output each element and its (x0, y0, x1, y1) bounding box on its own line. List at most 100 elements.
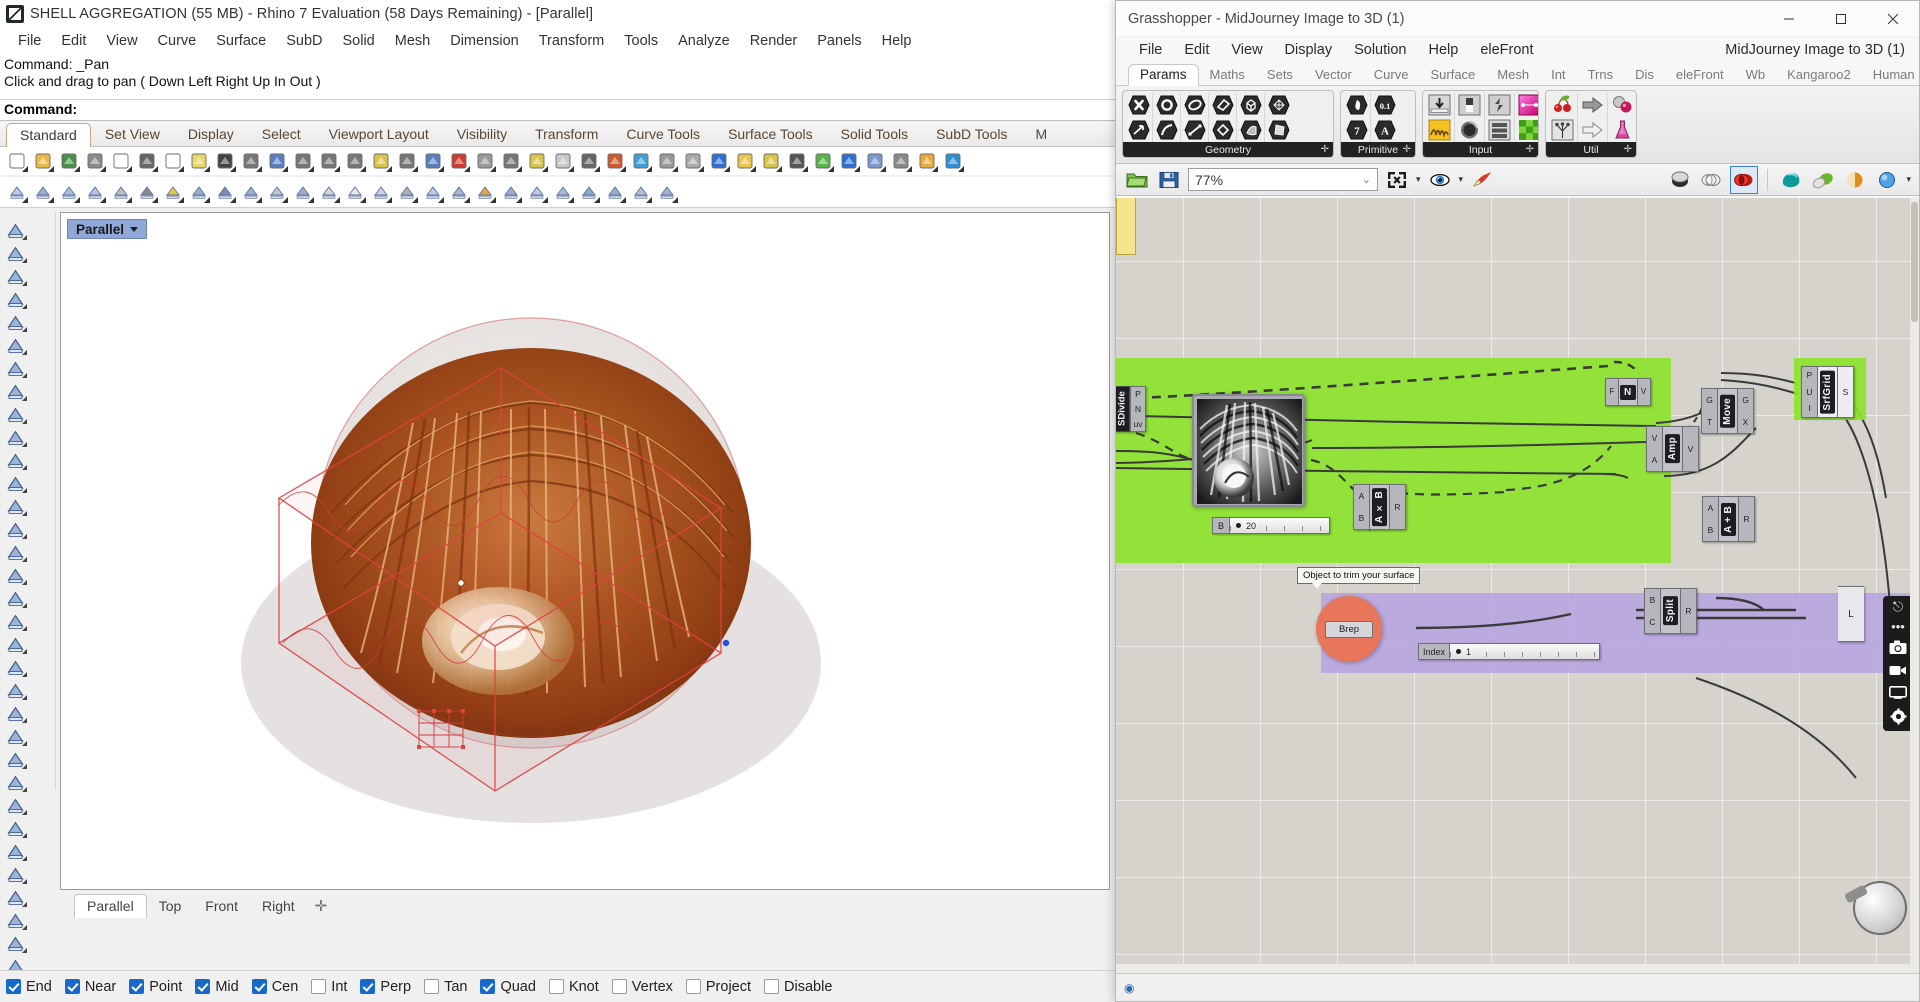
osnap-quad[interactable]: Quad (480, 979, 535, 995)
osnap-int[interactable]: Int (311, 979, 347, 995)
canvas-horizontal-scrollbar[interactable] (1116, 964, 1910, 973)
node-sdivide-ports[interactable]: P N uv (1130, 386, 1146, 432)
minimize-icon[interactable] (1763, 1, 1815, 37)
select-previous-icon[interactable] (240, 181, 262, 203)
close-icon[interactable] (1867, 1, 1919, 37)
plus-icon[interactable]: ✛ (307, 897, 336, 915)
rhino-toolbar-tab-viewport-layout[interactable]: Viewport Layout (315, 122, 443, 146)
rectangle-icon[interactable] (3, 379, 28, 402)
zoom-level-combobox[interactable]: 77% ⌄ (1188, 168, 1378, 191)
gh-tab-curve[interactable]: Curve (1363, 65, 1420, 85)
explode-icon[interactable] (3, 609, 28, 632)
node-addition-outputs[interactable]: R (1738, 496, 1755, 542)
ellipse-icon[interactable] (3, 333, 28, 356)
arc-icon[interactable] (3, 425, 28, 448)
options-gear-icon[interactable] (760, 150, 782, 172)
isolate-icon[interactable] (370, 181, 392, 203)
colour-swatch-icon[interactable] (1516, 118, 1539, 142)
solid-extrude-icon[interactable] (3, 862, 28, 885)
osnap-end[interactable]: End (6, 979, 52, 995)
arrow-right-light-icon[interactable] (1579, 118, 1606, 142)
rhino-viewport[interactable]: Parallel (60, 212, 1110, 890)
surface-grid-icon[interactable] (3, 563, 28, 586)
ungroup-icon[interactable] (448, 181, 470, 203)
viewport-layout-icon[interactable] (422, 150, 444, 172)
rhino-menu-surface[interactable]: Surface (206, 31, 276, 51)
osnap-tan[interactable]: Tan (424, 979, 467, 995)
shaded-dark-icon[interactable] (1667, 167, 1693, 193)
boolean-union-icon[interactable] (3, 586, 28, 609)
port-n[interactable]: N (1135, 404, 1141, 414)
render-preview-icon[interactable] (474, 150, 496, 172)
explode-icon[interactable] (474, 181, 496, 203)
rhino-toolbar-tab-set-view[interactable]: Set View (91, 122, 174, 146)
texture-icon[interactable] (864, 150, 886, 172)
chevron-down-icon[interactable] (130, 227, 138, 232)
osnap-checkbox-int[interactable] (311, 979, 326, 994)
gh-menu-file[interactable]: File (1128, 40, 1173, 60)
node-move-outputs[interactable]: G X (1737, 388, 1754, 434)
display-icon[interactable] (1889, 686, 1907, 701)
zoom-selected-icon[interactable] (344, 150, 366, 172)
port-u[interactable]: U (1806, 388, 1812, 397)
rhino-toolbar-tab-select[interactable]: Select (248, 122, 315, 146)
rhino-menu-transform[interactable]: Transform (529, 31, 615, 51)
param-box-icon[interactable] (1238, 93, 1263, 117)
osnap-checkbox-near[interactable] (65, 979, 80, 994)
port-c[interactable]: C (1649, 618, 1655, 627)
contour-icon[interactable] (3, 885, 28, 908)
link-icon[interactable]: ⎋ (1893, 600, 1903, 613)
loft-icon[interactable] (3, 471, 28, 494)
chevron-down-icon[interactable]: ⌄ (1362, 173, 1371, 186)
grid-icon[interactable] (890, 150, 912, 172)
new-file-icon[interactable] (6, 150, 28, 172)
offset-curve-icon[interactable] (3, 747, 28, 770)
gh-menu-solution[interactable]: Solution (1343, 40, 1417, 60)
rhino-menu-mesh[interactable]: Mesh (385, 31, 440, 51)
node-move-inputs[interactable]: G T (1701, 388, 1718, 434)
node-brep-param[interactable]: Brep (1316, 596, 1382, 662)
lock-objects-icon[interactable] (396, 181, 418, 203)
named-view-icon[interactable] (448, 150, 470, 172)
point-icon[interactable] (3, 241, 28, 264)
param-curve-icon[interactable] (1154, 118, 1179, 142)
lock-icon[interactable] (578, 150, 600, 172)
hide-icon[interactable] (318, 181, 340, 203)
copy-icon[interactable] (162, 150, 184, 172)
rhino-left-toolbar[interactable] (0, 212, 56, 790)
param-subd-icon[interactable] (1266, 118, 1291, 142)
select-block-icon[interactable] (188, 181, 210, 203)
number-slider-icon[interactable] (1426, 93, 1453, 117)
canvas-vertical-scrollbar[interactable] (1910, 198, 1919, 973)
layer-icon[interactable] (552, 150, 574, 172)
gh-tab-params[interactable]: Params (1128, 64, 1199, 86)
circle-icon[interactable] (3, 310, 28, 333)
node-image-sampler[interactable] (1192, 394, 1305, 507)
camera-icon[interactable] (1889, 640, 1907, 657)
osnap-checkbox-vertex[interactable] (612, 979, 627, 994)
node-vector-n[interactable]: F N V (1605, 378, 1651, 406)
mirror-icon[interactable] (656, 181, 678, 203)
plus-icon[interactable]: ✛ (1624, 144, 1632, 155)
teal-blob-icon[interactable] (1778, 167, 1804, 193)
osnap-checkbox-tan[interactable] (424, 979, 439, 994)
extrude-icon[interactable] (3, 632, 28, 655)
ghosted-sphere-icon[interactable] (682, 150, 704, 172)
slider-knob[interactable] (1236, 523, 1241, 528)
print-icon[interactable] (84, 150, 106, 172)
rhino-viewport-tab-front[interactable]: Front (193, 895, 250, 917)
graph-mapper-icon[interactable] (1426, 118, 1453, 142)
chevron-down-icon[interactable]: ▾ (1459, 174, 1464, 185)
paste-icon[interactable] (188, 150, 210, 172)
param-brep-icon[interactable] (1238, 118, 1263, 142)
port-g-out[interactable]: G (1742, 396, 1749, 405)
show-icon[interactable] (344, 181, 366, 203)
data-tree-icon[interactable] (1549, 118, 1576, 142)
polyline-icon[interactable] (3, 264, 28, 287)
port-r[interactable]: R (1685, 607, 1691, 616)
zoom-extents-icon[interactable] (1384, 167, 1410, 193)
chevron-down-icon[interactable]: ▾ (1416, 174, 1421, 185)
node-split[interactable]: B C Split R (1644, 588, 1697, 634)
dimension-icon[interactable] (786, 150, 808, 172)
box-icon[interactable] (3, 494, 28, 517)
